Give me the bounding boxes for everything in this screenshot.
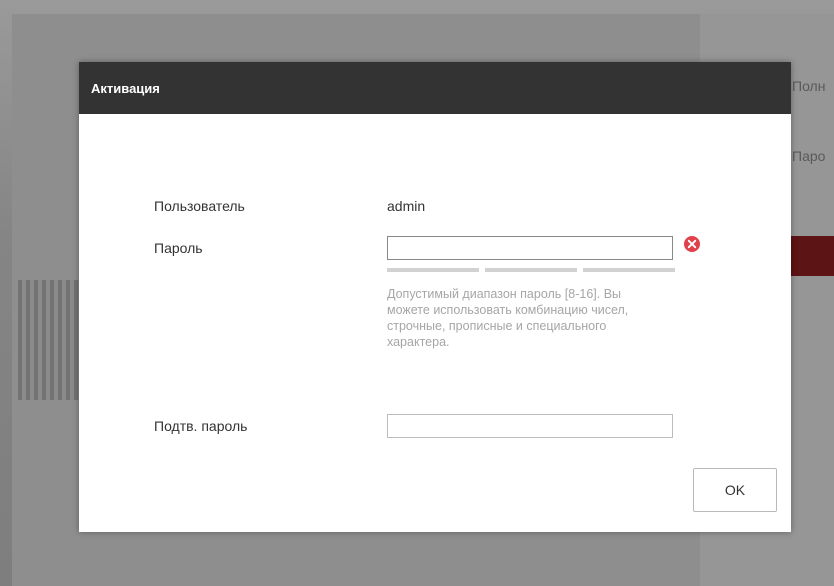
password-strength-bar	[387, 268, 675, 272]
dialog-body: Пользователь admin Пароль Допустимый диа…	[79, 114, 791, 532]
username-label: Пользователь	[154, 198, 245, 214]
dialog-header: Активация	[79, 62, 791, 114]
error-icon	[684, 236, 700, 252]
background-label-password: Паро	[792, 148, 826, 164]
username-value: admin	[387, 198, 426, 214]
password-input[interactable]	[387, 236, 673, 260]
confirm-password-label: Подтв. пароль	[154, 418, 248, 434]
background-image	[18, 280, 80, 400]
background-login-button	[785, 236, 834, 276]
dialog-title: Активация	[91, 80, 160, 96]
activation-dialog: Активация Пользователь admin Пароль Допу…	[79, 62, 791, 532]
strength-segment	[583, 268, 675, 272]
password-hint: Допустимый диапазон пароль [8-16]. Вы мо…	[387, 287, 629, 349]
background-label-user: Полн	[792, 78, 826, 94]
strength-segment	[387, 268, 479, 272]
strength-segment	[485, 268, 577, 272]
confirm-password-input[interactable]	[387, 414, 673, 438]
password-label: Пароль	[154, 240, 203, 256]
ok-button[interactable]: OK	[693, 468, 777, 512]
